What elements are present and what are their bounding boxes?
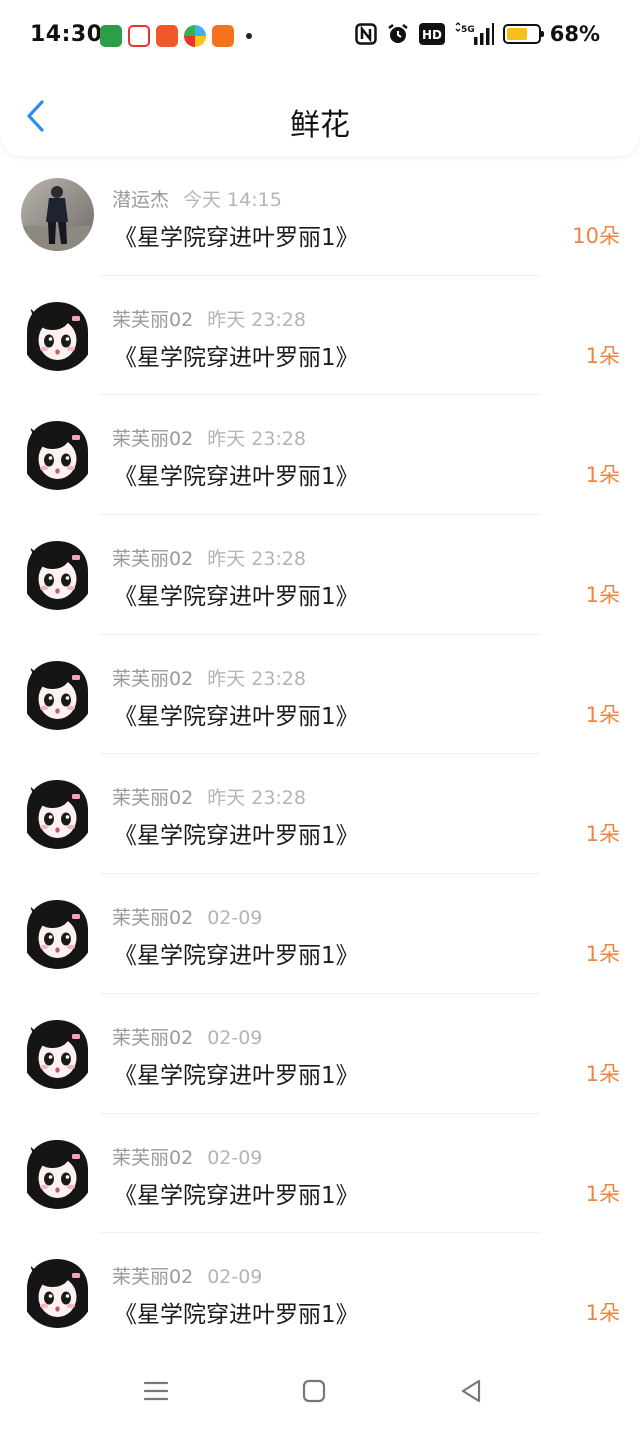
home-nav-button[interactable] (299, 1376, 329, 1406)
hd-icon: HD (418, 23, 445, 45)
list-item[interactable]: 潜运杰 今天 14:15 《星学院穿进叶罗丽1》 10朵 (0, 156, 640, 276)
back-triangle-icon (461, 1379, 481, 1403)
username: 茉芙丽02 (112, 787, 194, 810)
flower-count: 1朵 (585, 1181, 620, 1206)
book-title: 《星学院穿进叶罗丽1》 (114, 1182, 359, 1209)
timestamp: 昨天 23:28 (207, 548, 306, 571)
battery-level-fill (506, 28, 528, 40)
list-item[interactable]: 茉芙丽02 02-09 《星学院穿进叶罗丽1》 1朵 (0, 1233, 640, 1353)
book-title: 《星学院穿进叶罗丽1》 (114, 943, 359, 970)
record-meta: 茉芙丽02 昨天 23:28 (112, 783, 306, 810)
record-meta: 茉芙丽02 02-09 (112, 903, 262, 930)
book-title: 《星学院穿进叶罗丽1》 (114, 225, 359, 251)
flower-count: 1朵 (585, 463, 620, 488)
record-meta: 茉芙丽02 昨天 23:28 (112, 664, 306, 691)
back-nav-button[interactable] (456, 1376, 486, 1406)
alarm-icon (386, 22, 410, 46)
avatar[interactable] (21, 1135, 94, 1209)
username: 茉芙丽02 (112, 1266, 194, 1289)
signal-5g-icon: 5G (454, 22, 494, 46)
battery-percent: 68% (549, 22, 600, 46)
record-meta: 茉芙丽02 02-09 (112, 1262, 262, 1289)
book-title: 《星学院穿进叶罗丽1》 (114, 584, 359, 611)
timestamp: 昨天 23:28 (207, 308, 306, 331)
username: 茉芙丽02 (112, 428, 194, 451)
top-bar: 鲜花 (0, 74, 640, 156)
timestamp: 昨天 23:28 (207, 667, 306, 690)
flower-count: 1朵 (585, 822, 620, 847)
flower-count: 1朵 (585, 1061, 620, 1086)
flower-count: 1朵 (585, 1301, 620, 1326)
avatar[interactable] (21, 417, 94, 491)
timestamp: 02-09 (207, 1146, 263, 1169)
flower-count: 1朵 (585, 942, 620, 967)
svg-text:HD: HD (422, 28, 442, 42)
avatar[interactable] (21, 537, 94, 611)
list-item[interactable]: 茉芙丽02 昨天 23:28 《星学院穿进叶罗丽1》 1朵 (0, 754, 640, 874)
avatar[interactable] (21, 656, 94, 730)
book-title: 《星学院穿进叶罗丽1》 (114, 464, 359, 491)
flower-record-list: 潜运杰 今天 14:15 《星学院穿进叶罗丽1》 10朵茉芙丽02 昨天 23:28 《星… (0, 156, 640, 1353)
more-notifications-dot (246, 33, 252, 39)
avatar[interactable] (21, 297, 94, 371)
page-title: 鲜花 (290, 108, 350, 143)
system-icons: HD 5G 68% (354, 22, 600, 46)
timestamp: 02-09 (207, 1026, 263, 1049)
username: 茉芙丽02 (112, 548, 194, 571)
toutiao-icon (128, 25, 150, 47)
username: 茉芙丽02 (112, 667, 194, 690)
record-meta: 茉芙丽02 昨天 23:28 (112, 544, 306, 571)
timestamp: 昨天 23:28 (207, 428, 306, 451)
username: 茉芙丽02 (112, 1026, 194, 1049)
avatar[interactable] (21, 896, 94, 970)
battery-icon (502, 24, 544, 44)
oppo-app-icon (100, 25, 122, 47)
flower-count: 1朵 (585, 702, 620, 727)
book-title: 《星学院穿进叶罗丽1》 (114, 1062, 359, 1089)
book-title: 《星学院穿进叶罗丽1》 (114, 823, 359, 850)
avatar[interactable] (21, 776, 94, 850)
avatar[interactable] (21, 178, 94, 251)
notification-icons (100, 25, 252, 47)
avatar[interactable] (21, 1255, 94, 1329)
book-title: 《星学院穿进叶罗丽1》 (114, 344, 359, 371)
username: 茉芙丽02 (112, 1146, 194, 1169)
record-meta: 潜运杰 今天 14:15 (112, 185, 282, 212)
nfc-icon (354, 23, 377, 45)
flower-count: 10朵 (572, 224, 620, 248)
instagram-like-icon (156, 25, 178, 47)
timestamp: 02-09 (207, 1266, 263, 1289)
flower-count: 1朵 (585, 583, 620, 608)
list-item[interactable]: 茉芙丽02 昨天 23:28 《星学院穿进叶罗丽1》 1朵 (0, 515, 640, 635)
flower-count: 1朵 (585, 343, 620, 368)
menu-icon (143, 1381, 169, 1401)
list-item[interactable]: 茉芙丽02 02-09 《星学院穿进叶罗丽1》 1朵 (0, 1114, 640, 1234)
record-meta: 茉芙丽02 02-09 (112, 1023, 262, 1050)
orange-app-icon (212, 25, 234, 47)
status-bar: 14:30 HD 5G 68% (0, 0, 640, 74)
menu-nav-button[interactable] (141, 1376, 171, 1406)
timestamp: 昨天 23:28 (207, 787, 306, 810)
avatar[interactable] (21, 1015, 94, 1089)
username: 茉芙丽02 (112, 308, 194, 331)
list-item[interactable]: 茉芙丽02 02-09 《星学院穿进叶罗丽1》 1朵 (0, 874, 640, 994)
home-square-icon (302, 1379, 326, 1403)
pinwheel-icon (184, 25, 206, 47)
timestamp: 今天 14:15 (183, 189, 282, 211)
list-item[interactable]: 茉芙丽02 昨天 23:28 《星学院穿进叶罗丽1》 1朵 (0, 635, 640, 755)
timestamp: 02-09 (207, 907, 263, 930)
system-nav-bar (0, 1350, 640, 1429)
list-item[interactable]: 茉芙丽02 02-09 《星学院穿进叶罗丽1》 1朵 (0, 994, 640, 1114)
status-time: 14:30 (30, 22, 103, 47)
book-title: 《星学院穿进叶罗丽1》 (114, 1302, 359, 1329)
record-meta: 茉芙丽02 02-09 (112, 1143, 262, 1170)
book-title: 《星学院穿进叶罗丽1》 (114, 703, 359, 730)
record-meta: 茉芙丽02 昨天 23:28 (112, 424, 306, 451)
list-item[interactable]: 茉芙丽02 昨天 23:28 《星学院穿进叶罗丽1》 1朵 (0, 276, 640, 396)
record-meta: 茉芙丽02 昨天 23:28 (112, 305, 306, 332)
username: 潜运杰 (112, 189, 170, 211)
username: 茉芙丽02 (112, 907, 194, 930)
svg-text:5G: 5G (461, 25, 475, 35)
list-item[interactable]: 茉芙丽02 昨天 23:28 《星学院穿进叶罗丽1》 1朵 (0, 395, 640, 515)
